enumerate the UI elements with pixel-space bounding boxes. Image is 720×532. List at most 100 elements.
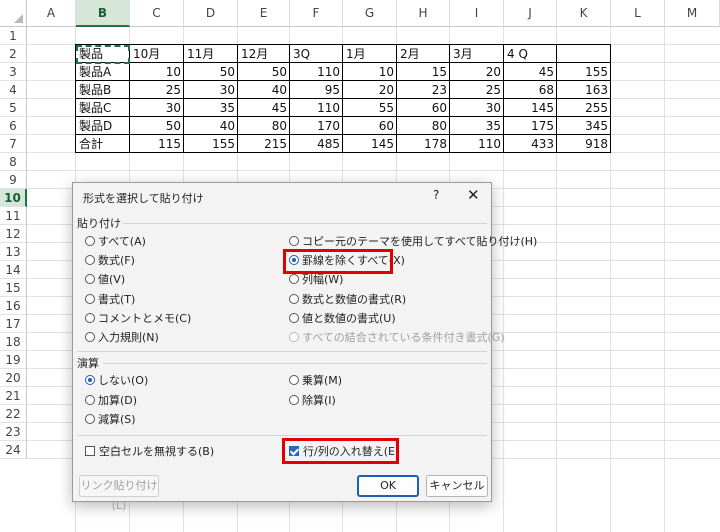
paste-radio-option[interactable]: 値(V) bbox=[85, 272, 125, 288]
value-cell[interactable]: 155 bbox=[557, 63, 611, 81]
cancel-button[interactable]: キャンセル bbox=[426, 475, 488, 497]
row-label-cell[interactable]: 合計 bbox=[76, 135, 130, 153]
value-cell[interactable]: 10 bbox=[343, 63, 397, 81]
value-cell[interactable]: 155 bbox=[184, 135, 238, 153]
value-cell[interactable]: 45 bbox=[238, 99, 290, 117]
value-cell[interactable]: 30 bbox=[450, 99, 504, 117]
row-header-10[interactable]: 10 bbox=[0, 189, 27, 207]
table-header-cell[interactable]: 10月 bbox=[130, 45, 184, 63]
table-header-cell[interactable]: 3Q bbox=[290, 45, 343, 63]
table-header-cell[interactable] bbox=[557, 45, 611, 63]
row-header-20[interactable]: 20 bbox=[0, 369, 27, 387]
help-button[interactable]: ? bbox=[433, 188, 439, 202]
row-header-11[interactable]: 11 bbox=[0, 207, 27, 225]
column-header-g[interactable]: G bbox=[343, 0, 397, 27]
value-cell[interactable]: 115 bbox=[130, 135, 184, 153]
value-cell[interactable]: 30 bbox=[184, 81, 238, 99]
value-cell[interactable]: 15 bbox=[397, 63, 450, 81]
row-header-16[interactable]: 16 bbox=[0, 297, 27, 315]
paste-radio-option[interactable]: すべて(A) bbox=[85, 234, 146, 250]
value-cell[interactable]: 50 bbox=[130, 117, 184, 135]
value-cell[interactable]: 60 bbox=[397, 99, 450, 117]
operation-radio-option[interactable]: 除算(I) bbox=[289, 393, 336, 409]
value-cell[interactable]: 25 bbox=[450, 81, 504, 99]
row-header-1[interactable]: 1 bbox=[0, 27, 27, 45]
table-header-cell[interactable]: 11月 bbox=[184, 45, 238, 63]
value-cell[interactable]: 45 bbox=[504, 63, 557, 81]
column-header-k[interactable]: K bbox=[557, 0, 611, 27]
value-cell[interactable]: 110 bbox=[290, 63, 343, 81]
row-header-19[interactable]: 19 bbox=[0, 351, 27, 369]
value-cell[interactable]: 68 bbox=[504, 81, 557, 99]
paste-radio-option[interactable]: 列幅(W) bbox=[289, 272, 343, 288]
column-header-h[interactable]: H bbox=[397, 0, 450, 27]
paste-radio-option[interactable]: 入力規則(N) bbox=[85, 330, 159, 346]
value-cell[interactable]: 40 bbox=[184, 117, 238, 135]
column-header-j[interactable]: J bbox=[504, 0, 557, 27]
table-header-cell[interactable]: 12月 bbox=[238, 45, 290, 63]
value-cell[interactable]: 170 bbox=[290, 117, 343, 135]
row-header-13[interactable]: 13 bbox=[0, 243, 27, 261]
value-cell[interactable]: 30 bbox=[130, 99, 184, 117]
value-cell[interactable]: 20 bbox=[450, 63, 504, 81]
column-header-c[interactable]: C bbox=[130, 0, 184, 27]
column-header-f[interactable]: F bbox=[290, 0, 343, 27]
ok-button[interactable]: OK bbox=[357, 475, 419, 497]
operation-radio-option[interactable]: 乗算(M) bbox=[289, 373, 342, 389]
row-header-8[interactable]: 8 bbox=[0, 153, 27, 171]
column-header-b[interactable]: B bbox=[76, 0, 130, 27]
row-header-17[interactable]: 17 bbox=[0, 315, 27, 333]
operation-radio-option[interactable]: しない(O) bbox=[85, 373, 148, 389]
value-cell[interactable]: 433 bbox=[504, 135, 557, 153]
column-header-i[interactable]: I bbox=[450, 0, 504, 27]
row-label-cell[interactable]: 製品A bbox=[76, 63, 130, 81]
operation-radio-option[interactable]: 減算(S) bbox=[85, 412, 136, 428]
value-cell[interactable]: 50 bbox=[238, 63, 290, 81]
paste-radio-option[interactable]: コピー元のテーマを使用してすべて貼り付け(H) bbox=[289, 234, 537, 250]
select-all-button[interactable] bbox=[0, 0, 27, 27]
column-header-m[interactable]: M bbox=[665, 0, 720, 27]
value-cell[interactable]: 485 bbox=[290, 135, 343, 153]
row-header-14[interactable]: 14 bbox=[0, 261, 27, 279]
value-cell[interactable]: 23 bbox=[397, 81, 450, 99]
skip-blanks-checkbox[interactable]: 空白セルを無視する(B) bbox=[85, 444, 214, 460]
value-cell[interactable]: 10 bbox=[130, 63, 184, 81]
table-header-cell[interactable]: 1月 bbox=[343, 45, 397, 63]
value-cell[interactable]: 918 bbox=[557, 135, 611, 153]
value-cell[interactable]: 55 bbox=[343, 99, 397, 117]
column-header-l[interactable]: L bbox=[611, 0, 665, 27]
row-header-5[interactable]: 5 bbox=[0, 99, 27, 117]
value-cell[interactable]: 145 bbox=[343, 135, 397, 153]
table-header-cell[interactable]: 2月 bbox=[397, 45, 450, 63]
row-header-18[interactable]: 18 bbox=[0, 333, 27, 351]
value-cell[interactable]: 40 bbox=[238, 81, 290, 99]
value-cell[interactable]: 110 bbox=[290, 99, 343, 117]
value-cell[interactable]: 25 bbox=[130, 81, 184, 99]
row-label-cell[interactable]: 製品D bbox=[76, 117, 130, 135]
close-icon[interactable]: ✕ bbox=[467, 186, 480, 204]
value-cell[interactable]: 50 bbox=[184, 63, 238, 81]
paste-radio-option[interactable]: 値と数値の書式(U) bbox=[289, 311, 396, 327]
value-cell[interactable]: 95 bbox=[290, 81, 343, 99]
row-header-6[interactable]: 6 bbox=[0, 117, 27, 135]
value-cell[interactable]: 35 bbox=[450, 117, 504, 135]
operation-radio-option[interactable]: 加算(D) bbox=[85, 393, 137, 409]
paste-radio-option[interactable]: 書式(T) bbox=[85, 292, 135, 308]
row-header-4[interactable]: 4 bbox=[0, 81, 27, 99]
row-label-cell[interactable]: 製品C bbox=[76, 99, 130, 117]
row-header-23[interactable]: 23 bbox=[0, 423, 27, 441]
column-header-e[interactable]: E bbox=[238, 0, 290, 27]
value-cell[interactable]: 215 bbox=[238, 135, 290, 153]
value-cell[interactable]: 20 bbox=[343, 81, 397, 99]
row-header-21[interactable]: 21 bbox=[0, 387, 27, 405]
row-header-9[interactable]: 9 bbox=[0, 171, 27, 189]
row-header-7[interactable]: 7 bbox=[0, 135, 27, 153]
value-cell[interactable]: 110 bbox=[450, 135, 504, 153]
paste-radio-option[interactable]: 数式(F) bbox=[85, 253, 135, 269]
paste-radio-option[interactable]: コメントとメモ(C) bbox=[85, 311, 191, 327]
value-cell[interactable]: 255 bbox=[557, 99, 611, 117]
value-cell[interactable]: 163 bbox=[557, 81, 611, 99]
value-cell[interactable]: 345 bbox=[557, 117, 611, 135]
row-label-cell[interactable]: 製品B bbox=[76, 81, 130, 99]
value-cell[interactable]: 60 bbox=[343, 117, 397, 135]
